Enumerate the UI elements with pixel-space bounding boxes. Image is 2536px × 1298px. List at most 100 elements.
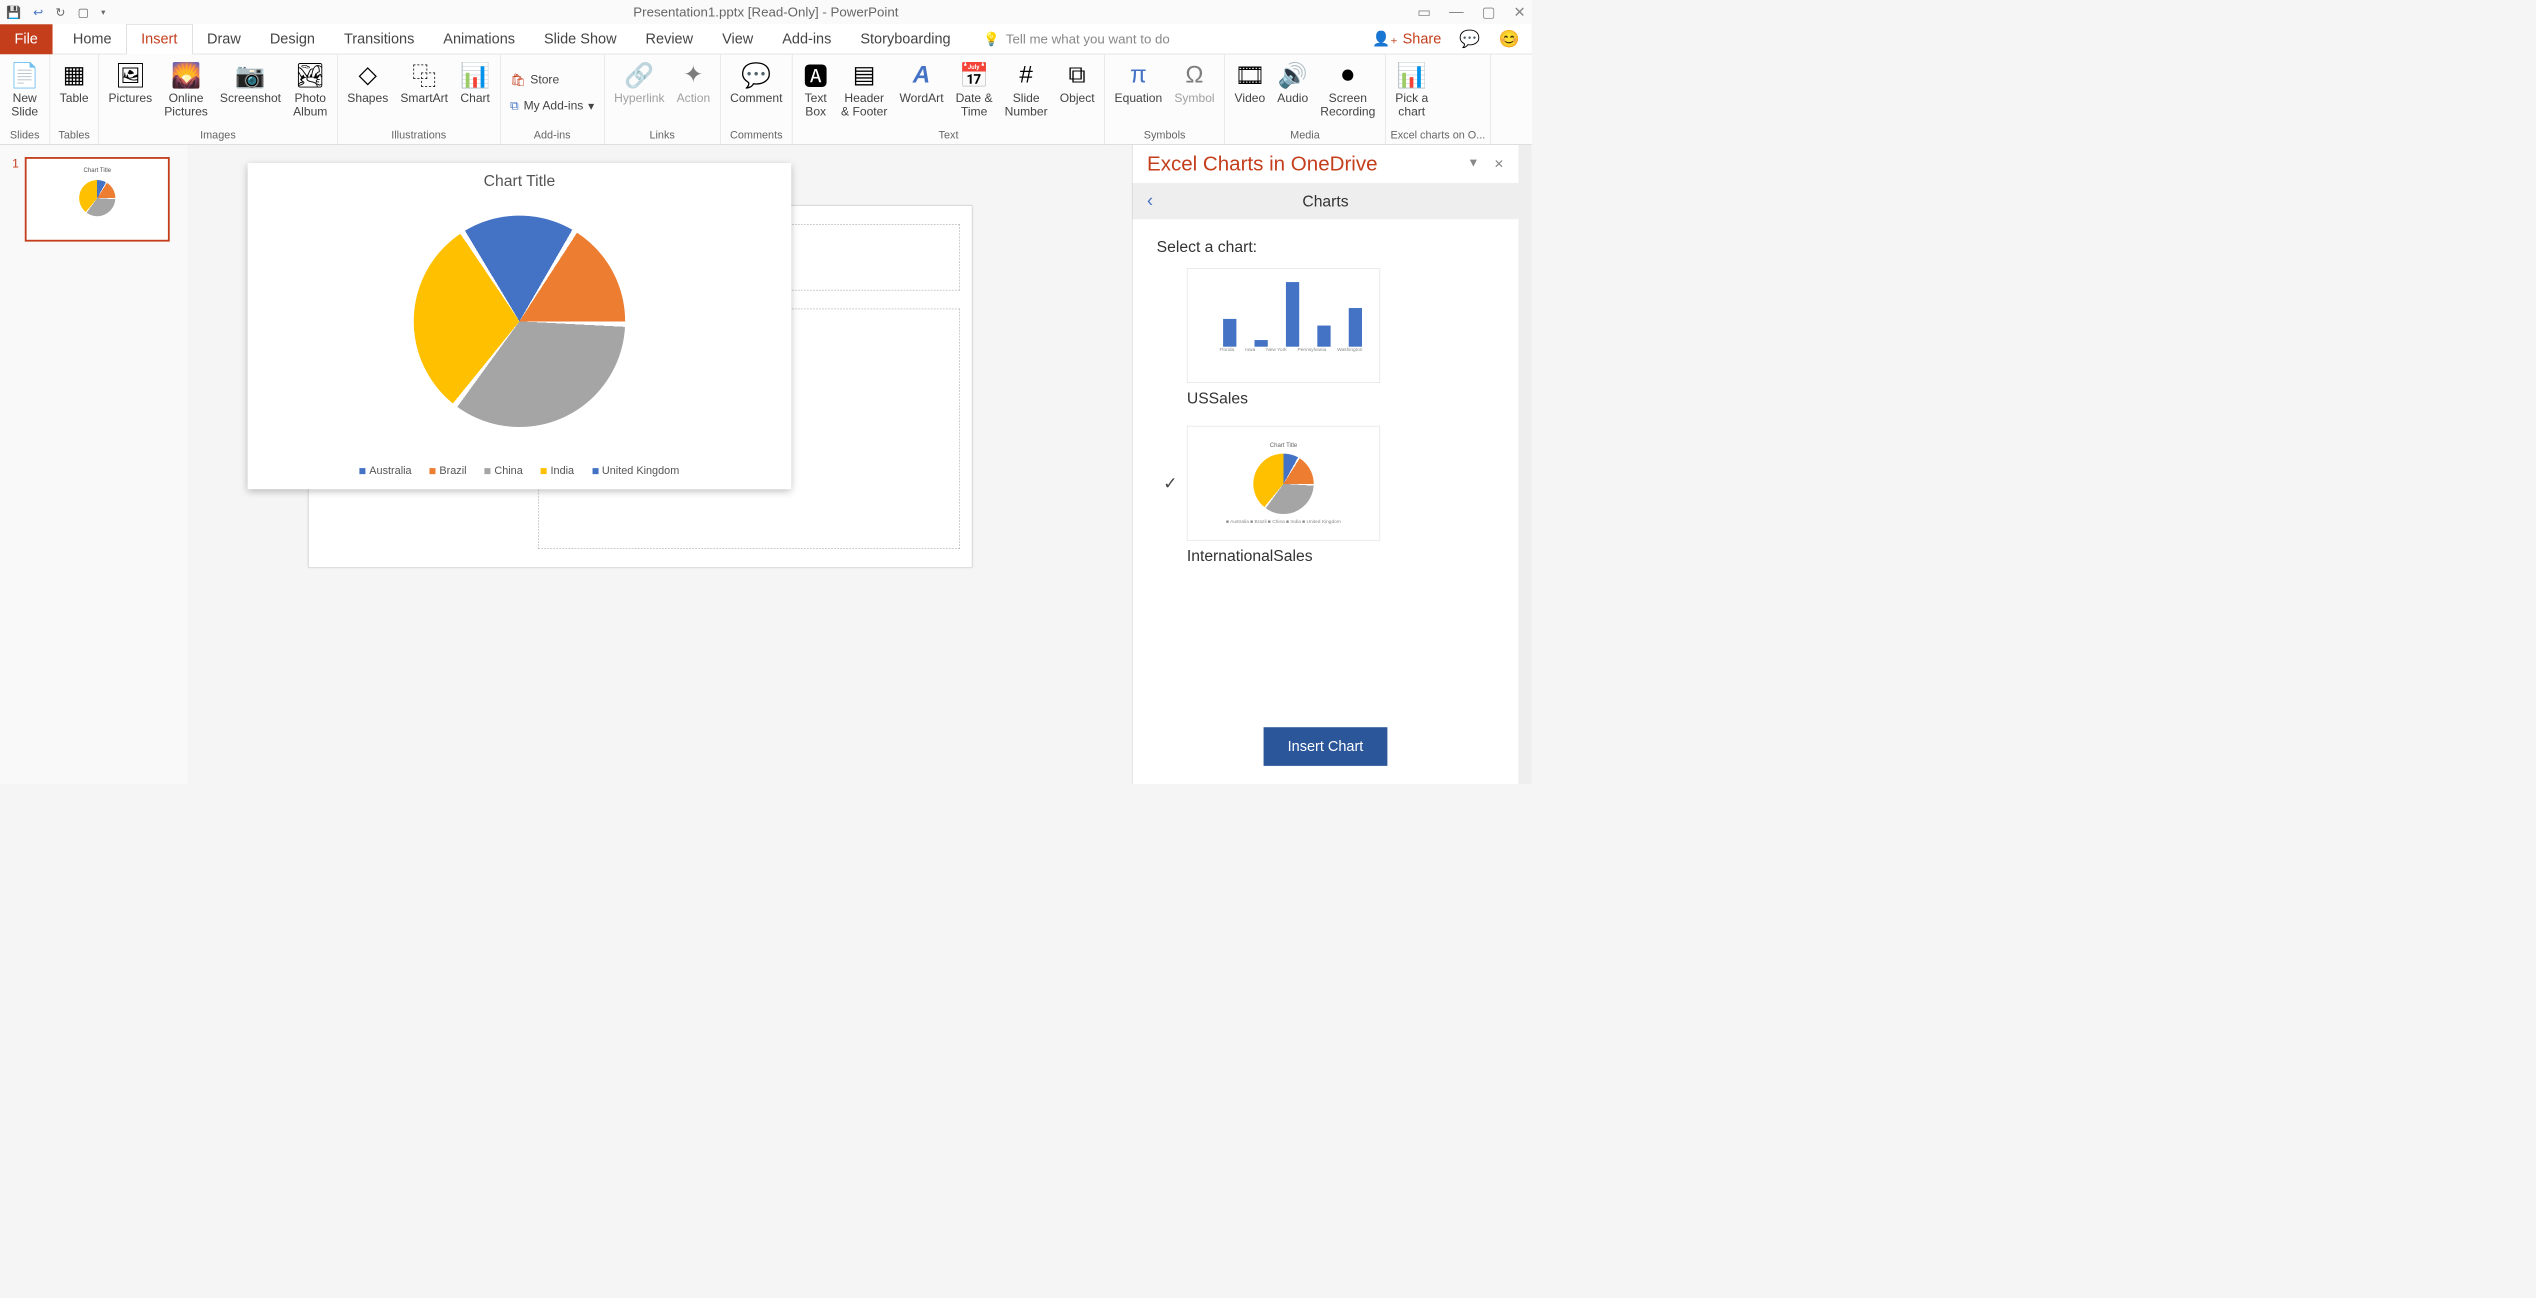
- mini-pie-icon: [1253, 454, 1313, 514]
- slide-number: 1: [12, 157, 19, 772]
- group-addins-label: Add-ins: [505, 129, 599, 143]
- pane-back-icon[interactable]: ‹: [1147, 191, 1153, 212]
- group-images-label: Images: [104, 129, 333, 143]
- save-icon[interactable]: 💾: [6, 5, 21, 20]
- quick-access-toolbar: 💾 ↩ ↻ ▢ ▾: [6, 5, 105, 20]
- start-from-beginning-icon[interactable]: ▢: [78, 5, 89, 20]
- smiley-icon[interactable]: 😊: [1499, 29, 1520, 49]
- tab-design[interactable]: Design: [255, 24, 329, 54]
- tab-addins[interactable]: Add-ins: [768, 24, 846, 54]
- equation-button[interactable]: πEquation: [1110, 57, 1167, 129]
- store-button[interactable]: 🛍Store: [505, 70, 599, 90]
- screen-recording-icon: ⏺: [1342, 59, 1354, 90]
- smartart-icon: ⿻: [412, 59, 436, 90]
- redo-icon[interactable]: ↻: [55, 5, 65, 20]
- video-button[interactable]: 🎞Video: [1230, 57, 1270, 129]
- pictures-button[interactable]: 🖼Pictures: [104, 57, 157, 129]
- tab-home[interactable]: Home: [58, 24, 126, 54]
- insert-chart-button[interactable]: Insert Chart: [1263, 727, 1387, 766]
- tab-storyboarding[interactable]: Storyboarding: [846, 24, 965, 54]
- tab-review[interactable]: Review: [631, 24, 708, 54]
- action-button[interactable]: ✦Action: [672, 57, 715, 129]
- tell-me-bulb-icon: 💡: [983, 31, 1000, 47]
- screenshot-button[interactable]: 📷Screenshot: [215, 57, 286, 129]
- share-icon: 👤₊: [1372, 30, 1398, 48]
- slide-1-thumbnail[interactable]: Chart Title: [25, 157, 170, 242]
- header-footer-icon: ▤: [853, 59, 876, 90]
- group-slides-label: Slides: [5, 129, 45, 143]
- group-excel-charts-label: Excel charts on O...: [1390, 129, 1485, 143]
- pick-a-chart-icon: 📊: [1397, 59, 1427, 90]
- close-icon[interactable]: ✕: [1514, 3, 1526, 21]
- chart-button[interactable]: 📊Chart: [455, 57, 495, 129]
- chart-legend: Australia Brazil China India United King…: [348, 452, 692, 489]
- legend-uk: United Kingdom: [602, 464, 679, 477]
- smartart-button[interactable]: ⿻SmartArt: [396, 57, 453, 129]
- legend-india: India: [551, 464, 575, 477]
- object-icon: ⧉: [1069, 59, 1086, 90]
- pick-a-chart-button[interactable]: 📊Pick achart: [1390, 57, 1433, 129]
- chart-card-ussales[interactable]: Florida Iowa New York Pennsylvania Washi…: [1187, 268, 1380, 383]
- tab-draw[interactable]: Draw: [193, 24, 256, 54]
- tab-animations[interactable]: Animations: [429, 24, 530, 54]
- chart-preview-overlay[interactable]: Chart Title Australia Brazil China India…: [248, 163, 792, 489]
- undo-icon[interactable]: ↩: [33, 5, 43, 20]
- share-button[interactable]: 👤₊ Share: [1372, 30, 1441, 48]
- pane-scrollbar[interactable]: [1518, 145, 1531, 784]
- wordart-icon: A: [913, 59, 930, 90]
- pie-chart: [414, 216, 625, 427]
- ribbon-display-icon[interactable]: ▭: [1417, 3, 1431, 21]
- chart-title: Chart Title: [484, 172, 556, 191]
- screen-recording-button[interactable]: ⏺ScreenRecording: [1315, 57, 1380, 129]
- slide-number-icon: #: [1019, 59, 1032, 90]
- selected-checkmark-icon: ✓: [1163, 473, 1177, 493]
- action-icon: ✦: [683, 59, 703, 90]
- pane-crumb-label: Charts: [1133, 192, 1519, 211]
- pane-dropdown-icon[interactable]: ▼: [1467, 156, 1479, 171]
- thumb-chart-title: Chart Title: [84, 167, 112, 174]
- tell-me-search[interactable]: 💡 Tell me what you want to do: [983, 31, 1170, 47]
- photo-album-button[interactable]: 🏞PhotoAlbum: [288, 57, 332, 129]
- pane-close-icon[interactable]: ✕: [1494, 156, 1504, 171]
- header-footer-button[interactable]: ▤Header& Footer: [836, 57, 892, 129]
- date-time-icon: 📅: [959, 59, 989, 90]
- comment-icon: 💬: [741, 59, 771, 90]
- window-controls: ▭ — ▢ ✕: [1417, 3, 1525, 21]
- new-slide-button[interactable]: 📄NewSlide: [5, 57, 45, 129]
- comments-icon[interactable]: 💬: [1459, 29, 1480, 49]
- tab-transitions[interactable]: Transitions: [329, 24, 428, 54]
- minimize-icon[interactable]: —: [1449, 3, 1463, 21]
- pane-title: Excel Charts in OneDrive: [1147, 152, 1378, 176]
- group-comments-label: Comments: [725, 129, 787, 143]
- tab-view[interactable]: View: [708, 24, 768, 54]
- bar-washington: [1349, 308, 1362, 347]
- chart-card-international[interactable]: ✓ Chart Title ■ Australia ■ Brazil ■ Chi…: [1187, 426, 1380, 541]
- title-bar: 💾 ↩ ↻ ▢ ▾ Presentation1.pptx [Read-Only]…: [0, 0, 1532, 24]
- table-icon: ▦: [63, 59, 86, 90]
- tab-insert[interactable]: Insert: [126, 24, 192, 54]
- audio-button[interactable]: 🔊Audio: [1272, 57, 1313, 129]
- shapes-button[interactable]: ◇Shapes: [342, 57, 393, 129]
- symbol-button[interactable]: ΩSymbol: [1169, 57, 1219, 129]
- hyperlink-button[interactable]: 🔗Hyperlink: [609, 57, 669, 129]
- share-label: Share: [1403, 31, 1442, 48]
- qat-dropdown-icon[interactable]: ▾: [101, 7, 105, 17]
- slide-number-button[interactable]: #SlideNumber: [1000, 57, 1053, 129]
- comment-button[interactable]: 💬Comment: [725, 57, 787, 129]
- bar-newyork: [1286, 282, 1299, 346]
- tab-slideshow[interactable]: Slide Show: [530, 24, 632, 54]
- group-text-label: Text: [798, 129, 1100, 143]
- maximize-icon[interactable]: ▢: [1482, 3, 1496, 21]
- wordart-button[interactable]: AWordArt: [895, 57, 949, 129]
- online-pictures-button[interactable]: 🌄OnlinePictures: [159, 57, 212, 129]
- tab-file[interactable]: File: [0, 24, 52, 54]
- thumb-pie-icon: [79, 180, 115, 216]
- group-media-label: Media: [1230, 129, 1380, 143]
- text-box-button[interactable]: 🅰TextBox: [798, 57, 834, 129]
- date-time-button[interactable]: 📅Date &Time: [951, 57, 998, 129]
- object-button[interactable]: ⧉Object: [1055, 57, 1100, 129]
- window-title: Presentation1.pptx [Read-Only] - PowerPo…: [633, 4, 898, 20]
- my-addins-button[interactable]: ⧉My Add-ins ▾: [505, 96, 599, 116]
- mini-legend: ■ Australia ■ Brazil ■ China ■ India ■ U…: [1226, 519, 1341, 524]
- table-button[interactable]: ▦Table: [55, 57, 94, 129]
